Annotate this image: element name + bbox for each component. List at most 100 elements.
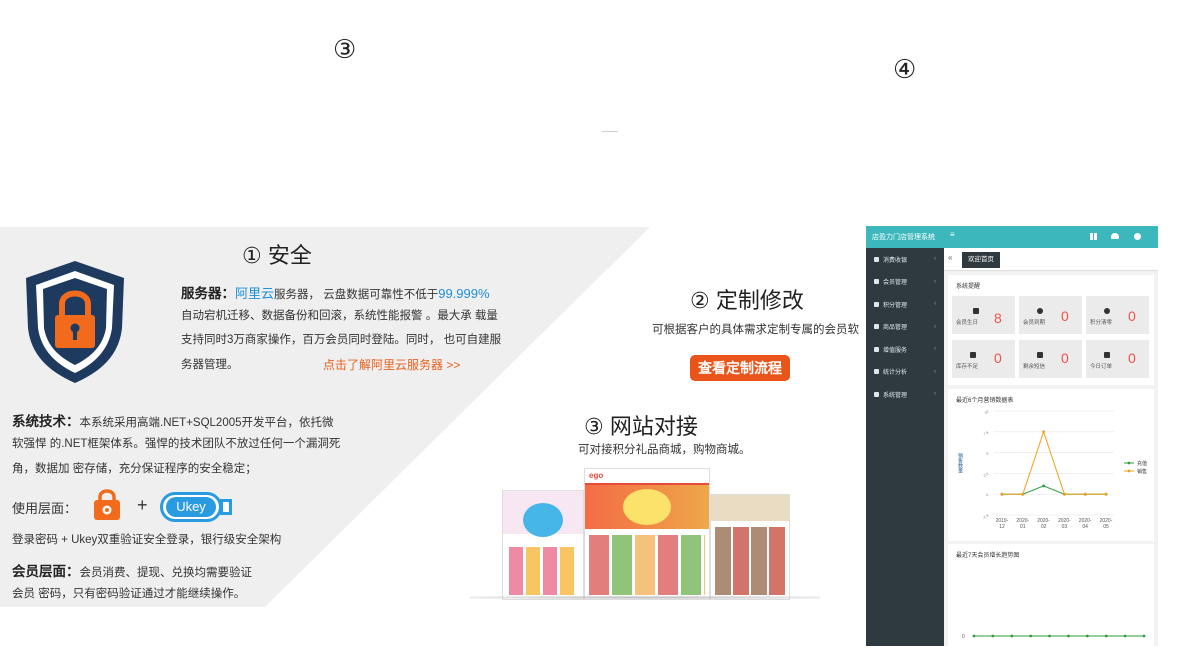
card-label: 会员到期 <box>1023 320 1046 326</box>
menu-toggle-icon[interactable]: ≡ <box>950 230 955 239</box>
reminder-title: 系统提醒 <box>956 284 981 290</box>
chevron-icon: ‹ <box>934 323 936 330</box>
sidebar-item-label: 系统管理 <box>883 392 908 399</box>
card-orders[interactable]: 今日订单 0 <box>1086 340 1149 378</box>
card-low-stock[interactable]: 库存不足 0 <box>952 340 1015 378</box>
card-label: 库存不足 <box>956 364 979 370</box>
data-point <box>1083 492 1087 496</box>
card-points-reset[interactable]: 积分清零 0 <box>1086 296 1149 334</box>
chevron-icon: ‹ <box>934 391 936 398</box>
y-tick-label: 2.5 <box>983 472 989 478</box>
tab-welcome[interactable]: 欢迎首页 <box>962 252 1000 268</box>
stray-line <box>602 131 618 132</box>
card-label: 剩余短信 <box>1023 364 1046 370</box>
website-title: ③ 网站对接 <box>584 414 698 439</box>
security-line-4: 务器管理。 <box>181 359 239 371</box>
website-desc: 可对接积分礼品商城，购物商城。 <box>578 444 751 456</box>
chevron-icon: ‹ <box>934 278 936 285</box>
tech-line-1: 系统技术：本系统采用高端.NET+SQL2005开发平台，依托微 <box>12 410 334 430</box>
x-tick-label: 12 <box>999 524 1005 530</box>
sidebar-item-services[interactable]: 增值服务 ‹ <box>866 338 944 361</box>
stock-icon <box>970 352 976 358</box>
reminder-panel: 系统提醒 会员生日 8 会员到期 0 积分清零 0 库存不足 0 剩余短信 0 今日订单 0 <box>948 275 1154 385</box>
sidebar-item-label: 积分管理 <box>883 302 908 309</box>
data-point <box>1048 634 1051 638</box>
cloud-icon[interactable] <box>1111 233 1119 239</box>
data-point <box>972 634 976 638</box>
card-sms[interactable]: 剩余短信 0 <box>1019 340 1082 378</box>
app-title: 店盈力门店管理系统 <box>872 234 935 241</box>
x-tick-label: 05 <box>1103 524 1109 530</box>
card-label: 今日订单 <box>1090 364 1113 370</box>
chevron-icon: ‹ <box>934 301 936 308</box>
mall-screenshot-left <box>502 490 584 600</box>
dashboard-topbar: 店盈力门店管理系统 ≡ <box>866 226 1158 248</box>
legend-marker <box>1127 469 1131 473</box>
server-label: 服务器： <box>181 286 235 301</box>
data-point <box>1085 634 1089 638</box>
legend-label: 销售 <box>1137 468 1147 475</box>
card-value: 8 <box>994 310 1002 326</box>
members-icon <box>874 279 879 285</box>
dashboard-sidebar: 消费收银 ‹ 会员管理 ‹ 积分管理 ‹ 商品管理 ‹ 增值服务 ‹ 统计分析 ‹ 系统管理… <box>866 248 944 646</box>
sidebar-item-goods[interactable]: 商品管理 ‹ <box>866 316 944 339</box>
sidebar-item-cashier[interactable]: 消费收银 ‹ <box>866 248 944 271</box>
expiry-icon <box>1037 308 1043 314</box>
y-tick-label: 0 <box>986 493 990 497</box>
shield-lock-icon <box>26 261 124 383</box>
server-desc: 服务器， 云盘数据可靠性不低于 <box>274 289 439 301</box>
grid-icon[interactable] <box>1090 233 1097 240</box>
card-birthday[interactable]: 会员生日 8 <box>952 296 1015 334</box>
member-line-2: 会员 密码，只有密码验证通过才能继续操作。 <box>12 588 246 600</box>
reliability-percent: 99.999% <box>438 286 490 301</box>
mall-screenshot-main: ego <box>584 468 710 600</box>
sales-chart: 107.552.50-2.5销售数量2019-122020-012020-022… <box>957 410 1147 530</box>
x-tick-label: 04 <box>1082 524 1088 530</box>
sidebar-item-label: 消费收银 <box>883 257 908 264</box>
usage-desc: 登录密码 + Ukey双重验证安全登录，银行级安全架构 <box>12 534 282 546</box>
sidebar-item-label: 增值服务 <box>883 347 908 354</box>
tech-line-3: 角，数据加 密存储，充分保证程序的安全稳定； <box>12 463 257 475</box>
tab-scroll-left-icon[interactable]: « <box>948 253 952 262</box>
data-point <box>991 634 995 638</box>
y-tick-label: 10 <box>984 410 989 415</box>
card-value: 0 <box>1128 350 1136 366</box>
chevron-icon: ‹ <box>934 256 936 263</box>
sidebar-item-points[interactable]: 积分管理 ‹ <box>866 293 944 316</box>
mall-screenshot-right <box>710 494 790 600</box>
data-point <box>1063 492 1066 496</box>
aliyun-link[interactable]: 点击了解阿里云服务器 >> <box>323 356 460 373</box>
sidebar-item-members[interactable]: 会员管理 ‹ <box>866 271 944 294</box>
sidebar-item-label: 会员管理 <box>883 280 908 287</box>
security-title: ① 安全 <box>242 243 312 268</box>
tech-line-2: 软强悍 的.NET框架体系。强悍的技术团队不放过任何一个漏洞死 <box>12 438 341 450</box>
server-line: 服务器：阿里云服务器， 云盘数据可靠性不低于99.999% <box>181 282 490 302</box>
marker-four: ④ <box>893 54 917 84</box>
tech-label: 系统技术： <box>12 414 80 429</box>
card-expiry[interactable]: 会员到期 0 <box>1019 296 1082 334</box>
sidebar-item-label: 商品管理 <box>883 325 908 332</box>
orders-icon <box>1104 352 1110 358</box>
member-label: 会员层面： <box>12 564 80 579</box>
sidebar-item-settings[interactable]: 系统管理 ‹ <box>866 383 944 406</box>
sidebar-item-stats[interactable]: 统计分析 ‹ <box>866 361 944 384</box>
data-point <box>1123 634 1127 638</box>
member-line-1: 会员层面：会员消费、提现、兑换均需要验证 <box>12 560 252 580</box>
tab-bar: « 欢迎首页 <box>944 248 1158 271</box>
legend-label: 充值 <box>1137 460 1147 467</box>
data-point <box>1010 634 1014 638</box>
sales-chart-title: 最近6个月营销数据表 <box>956 398 1014 404</box>
x-tick-label: 01 <box>1020 524 1026 530</box>
view-custom-process-button[interactable]: 查看定制流程 <box>690 355 790 381</box>
y-tick-label: -2.5 <box>982 514 989 521</box>
points-icon <box>874 301 879 307</box>
card-label: 积分清零 <box>1090 320 1113 326</box>
user-icon[interactable] <box>1134 233 1141 240</box>
x-tick-label: 03 <box>1062 524 1068 530</box>
data-point <box>1042 484 1045 488</box>
custom-desc: 可根据客户的具体需求定制专属的会员软 <box>652 324 859 336</box>
lock-icon <box>94 489 120 520</box>
y-axis-label: 销售数量 <box>957 452 963 474</box>
data-point <box>1067 634 1070 638</box>
stats-icon <box>874 369 879 375</box>
